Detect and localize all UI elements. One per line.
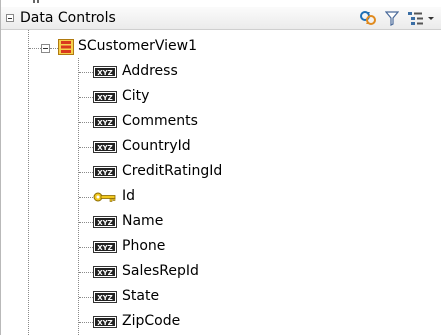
attribute-xyz-icon: XYZ xyxy=(93,266,117,282)
svg-text:XYZ: XYZ xyxy=(97,219,113,227)
attribute-xyz-icon: XYZ xyxy=(93,291,117,307)
tree-item-state[interactable]: XYZ State xyxy=(0,286,441,308)
tree-connector xyxy=(79,247,93,248)
attribute-label: CreditRatingId xyxy=(122,163,223,179)
tree-connector xyxy=(79,272,93,273)
tree-connector xyxy=(79,72,93,73)
tree-connector xyxy=(79,147,93,148)
tree-item-countryid[interactable]: XYZ CountryId xyxy=(0,136,441,158)
svg-text:XYZ: XYZ xyxy=(97,119,113,127)
tree-item-phone[interactable]: XYZ Phone xyxy=(0,236,441,258)
tree-connector xyxy=(79,322,93,323)
tree-connector xyxy=(50,48,58,49)
tree-options-icon[interactable] xyxy=(406,9,436,27)
attribute-label: Address xyxy=(122,63,178,79)
tree-connector xyxy=(79,222,93,223)
svg-text:XYZ: XYZ xyxy=(97,144,113,152)
collapse-icon[interactable] xyxy=(6,14,14,22)
tree-connector xyxy=(79,297,93,298)
tree-connector xyxy=(29,48,41,49)
filter-icon[interactable] xyxy=(384,9,400,27)
attribute-xyz-icon: XYZ xyxy=(93,116,117,132)
svg-text:XYZ: XYZ xyxy=(97,269,113,277)
attribute-label: Id xyxy=(122,188,136,204)
tree-item-creditratingid[interactable]: XYZ CreditRatingId xyxy=(0,161,441,183)
svg-text:XYZ: XYZ xyxy=(97,169,113,177)
tick-mark xyxy=(33,0,35,3)
attribute-xyz-icon: XYZ xyxy=(93,66,117,82)
tree-item-city[interactable]: XYZ City xyxy=(0,86,441,108)
svg-text:XYZ: XYZ xyxy=(97,94,113,102)
attribute-xyz-icon: XYZ xyxy=(93,241,117,257)
view-object-icon xyxy=(58,39,74,59)
tree-item-zipcode[interactable]: XYZ ZipCode xyxy=(0,311,441,333)
tree-node-scustomerview1[interactable]: SCustomerView1 xyxy=(78,38,197,54)
attribute-label: SalesRepId xyxy=(122,263,199,279)
tree-connector xyxy=(79,172,93,173)
attribute-label: Comments xyxy=(122,113,198,129)
attribute-xyz-icon: XYZ xyxy=(93,91,117,107)
refresh-icon[interactable] xyxy=(358,9,378,27)
expand-toggle-icon[interactable] xyxy=(41,44,50,53)
attribute-xyz-icon: XYZ xyxy=(93,166,117,182)
tree-connector xyxy=(79,197,93,198)
attribute-xyz-icon: XYZ xyxy=(93,141,117,157)
tree-item-name[interactable]: XYZ Name xyxy=(0,211,441,233)
tree-item-salesrepid[interactable]: XYZ SalesRepId xyxy=(0,261,441,283)
attribute-label: ZipCode xyxy=(122,313,181,329)
attribute-label: State xyxy=(122,288,160,304)
panel-title: Data Controls xyxy=(20,10,116,26)
key-icon xyxy=(93,191,117,207)
attribute-xyz-icon: XYZ xyxy=(93,216,117,232)
attribute-label: City xyxy=(122,88,150,104)
tree-connector xyxy=(79,97,93,98)
svg-text:XYZ: XYZ xyxy=(97,69,113,77)
svg-text:XYZ: XYZ xyxy=(97,319,113,327)
svg-text:XYZ: XYZ xyxy=(97,294,113,302)
tree-item-comments[interactable]: XYZ Comments xyxy=(0,111,441,133)
attribute-xyz-icon: XYZ xyxy=(93,316,117,332)
top-edge xyxy=(0,0,441,7)
data-controls-header[interactable]: Data Controls xyxy=(1,7,441,30)
tick-mark xyxy=(37,0,39,3)
attribute-label: Name xyxy=(122,213,164,229)
tree-item-address[interactable]: XYZ Address xyxy=(0,61,441,83)
attribute-label: CountryId xyxy=(122,138,191,154)
tree-connector xyxy=(79,122,93,123)
tree-item-id[interactable]: Id xyxy=(0,186,441,208)
attribute-label: Phone xyxy=(122,238,166,254)
svg-text:XYZ: XYZ xyxy=(97,244,113,252)
